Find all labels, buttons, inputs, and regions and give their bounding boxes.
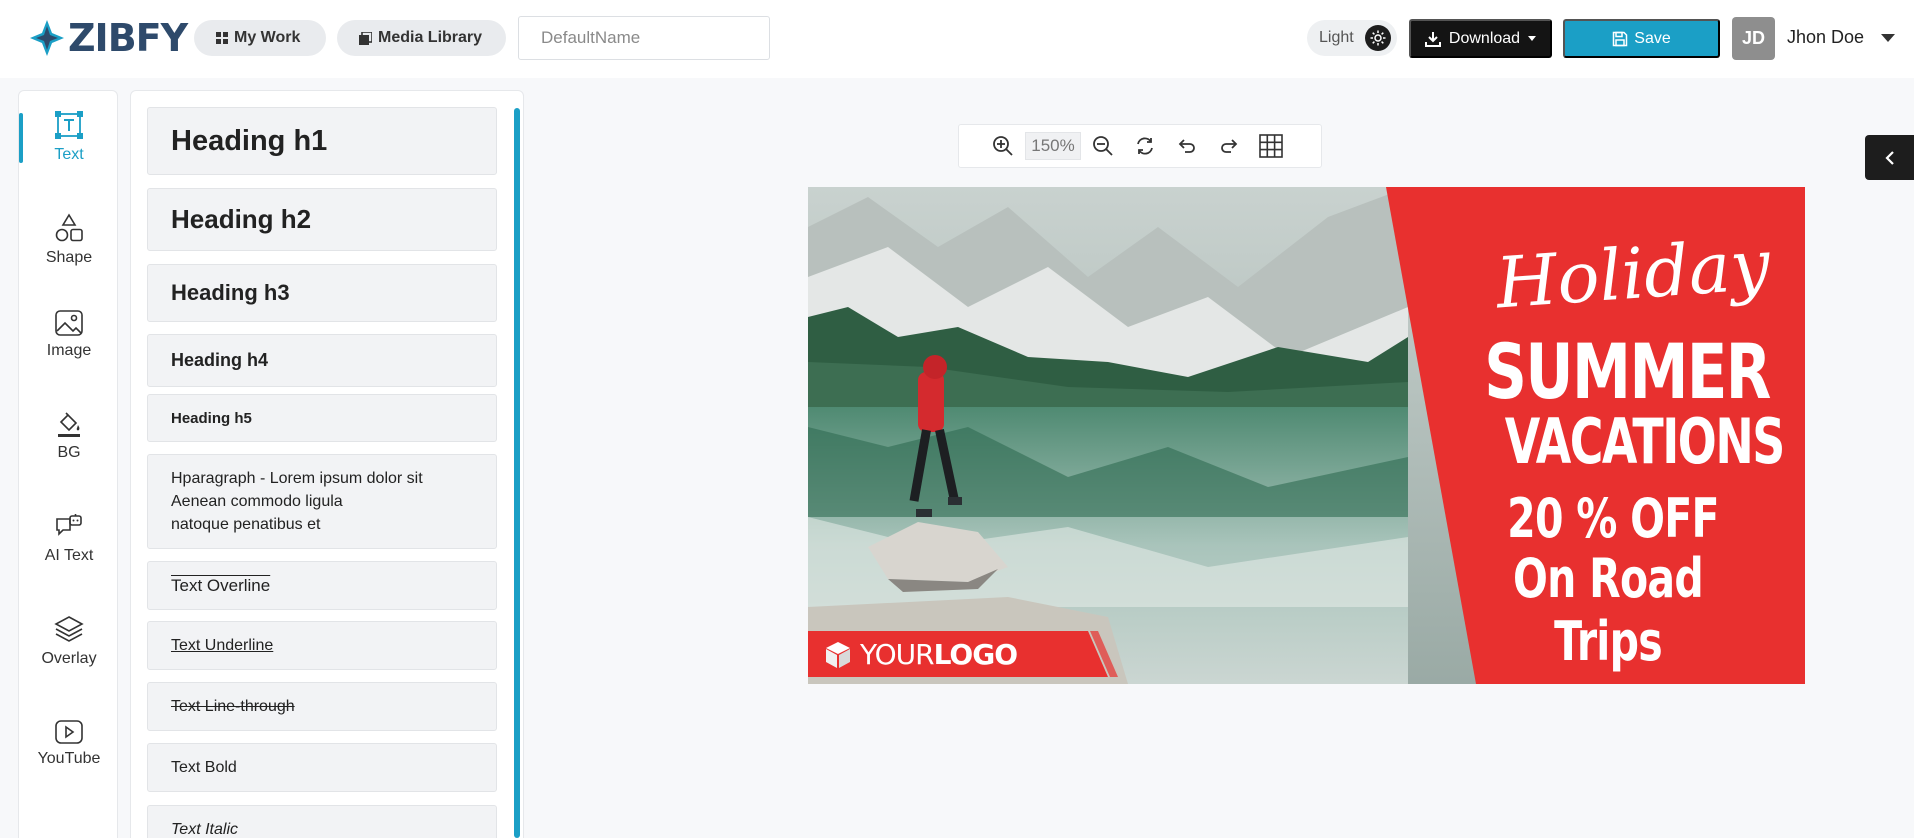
- ai-chat-icon: [56, 514, 82, 536]
- grid-toggle-icon[interactable]: [1255, 130, 1287, 162]
- my-work-button[interactable]: My Work: [194, 20, 326, 56]
- user-name[interactable]: Jhon Doe: [1787, 27, 1864, 48]
- text-style-line-through[interactable]: Text Line-through: [147, 682, 497, 731]
- logo-light-word: YOUR: [860, 638, 935, 671]
- image-icon: [55, 310, 83, 336]
- italic-label: Text Italic: [171, 820, 238, 838]
- collapse-panel-button[interactable]: [1865, 135, 1914, 180]
- paragraph-line-1: Hparagraph - Lorem ipsum dolor sit: [171, 470, 423, 487]
- reset-icon[interactable]: [1129, 130, 1161, 162]
- rail-label: BG: [57, 444, 81, 461]
- zoom-level: 150%: [1025, 132, 1081, 160]
- shapes-icon: [55, 213, 83, 242]
- rail-item-youtube[interactable]: YouTube: [19, 704, 119, 784]
- rail-label: AI Text: [44, 547, 94, 564]
- paragraph-line-3: natoque penatibus et: [171, 516, 321, 533]
- canvas-toolbar: 150%: [958, 124, 1322, 168]
- zoom-in-icon[interactable]: [987, 130, 1019, 162]
- text-style-paragraph[interactable]: Hparagraph - Lorem ipsum dolor sit Aenea…: [147, 454, 497, 549]
- theme-toggle[interactable]: Light: [1307, 20, 1397, 56]
- rail-item-overlay[interactable]: Overlay: [19, 601, 119, 681]
- rail-label: Shape: [45, 249, 93, 266]
- text-style-h1[interactable]: Heading h1: [147, 107, 497, 175]
- rail-item-shape[interactable]: Shape: [19, 200, 119, 280]
- text-style-italic[interactable]: Text Italic: [147, 805, 497, 838]
- undo-icon[interactable]: [1171, 130, 1203, 162]
- text-panel-scrollbar[interactable]: [514, 108, 520, 838]
- paint-bucket-icon: [58, 412, 80, 437]
- media-library-button[interactable]: Media Library: [337, 20, 506, 56]
- chevron-left-icon: [1884, 150, 1894, 165]
- user-menu-caret-icon[interactable]: [1881, 34, 1895, 42]
- text-style-h3[interactable]: Heading h3: [147, 264, 497, 322]
- line-through-label: Text Line-through: [171, 697, 295, 715]
- rail-item-image[interactable]: Image: [19, 295, 119, 375]
- floppy-icon: [1613, 31, 1628, 46]
- paragraph-line-2: Aenean commodo ligula: [171, 493, 343, 510]
- layers-icon: [54, 616, 84, 642]
- gallery-icon: [359, 31, 372, 45]
- underline-label: Text Underline: [171, 636, 274, 654]
- design-canvas[interactable]: Holiday SUMMER VACATIONS 20 % OFF On Roa…: [808, 187, 1805, 684]
- rail-label: Overlay: [41, 650, 97, 667]
- rail-item-ai-text[interactable]: AI Text: [19, 499, 119, 579]
- text-style-h5[interactable]: Heading h5: [147, 394, 497, 442]
- text-style-underline[interactable]: Text Underline: [147, 621, 497, 670]
- text-style-h2[interactable]: Heading h2: [147, 188, 497, 251]
- design-name-input[interactable]: [518, 16, 770, 60]
- save-label: Save: [1634, 29, 1671, 47]
- tool-rail: Text Shape Image BG AI Text Overlay YouT…: [18, 90, 118, 838]
- logo-mark-icon: [30, 20, 64, 56]
- redo-icon[interactable]: [1213, 130, 1245, 162]
- save-button[interactable]: Save: [1563, 19, 1720, 58]
- grid-icon: [216, 32, 228, 44]
- user-avatar[interactable]: JD: [1732, 17, 1775, 60]
- rail-item-bg[interactable]: BG: [19, 396, 119, 476]
- download-button[interactable]: Download: [1409, 19, 1552, 58]
- banner-offer-text[interactable]: 20 % OFF: [1488, 487, 1739, 550]
- text-styles-panel: Heading h1 Heading h2 Heading h3 Heading…: [130, 90, 524, 838]
- download-icon: [1424, 31, 1441, 47]
- zoom-out-icon[interactable]: [1087, 130, 1119, 162]
- banner-summer-text[interactable]: SUMMER: [1484, 327, 1771, 416]
- logo-bold-word: LOGO: [933, 638, 1018, 671]
- rail-label: Image: [46, 342, 92, 359]
- rail-item-text[interactable]: Text: [19, 97, 119, 177]
- top-header: ZIBFY My Work Media Library Light Downlo…: [0, 0, 1914, 78]
- banner-logo-text[interactable]: YOURLOGO: [860, 638, 1018, 671]
- text-style-overline[interactable]: Text Overline: [147, 561, 497, 610]
- text-style-h4[interactable]: Heading h4: [147, 334, 497, 387]
- bold-label: Text Bold: [171, 758, 237, 776]
- sun-icon: [1365, 25, 1391, 51]
- media-library-label: Media Library: [378, 29, 483, 46]
- my-work-label: My Work: [234, 29, 301, 46]
- banner-road-trips-text[interactable]: On Road Trips: [1471, 547, 1745, 673]
- youtube-icon: [55, 720, 83, 744]
- text-style-bold[interactable]: Text Bold: [147, 743, 497, 792]
- banner-vacations-text[interactable]: VACATIONS: [1505, 405, 1785, 478]
- overline-label: Text Overline: [171, 575, 271, 595]
- theme-label: Light: [1319, 29, 1354, 46]
- download-label: Download: [1448, 29, 1521, 47]
- text-frame-icon: [55, 111, 83, 139]
- caret-down-icon: [1528, 36, 1537, 41]
- brand-name: ZIBFY: [68, 16, 188, 60]
- app-logo[interactable]: ZIBFY: [30, 16, 188, 60]
- rail-label: YouTube: [37, 750, 101, 767]
- rail-label: Text: [54, 146, 84, 163]
